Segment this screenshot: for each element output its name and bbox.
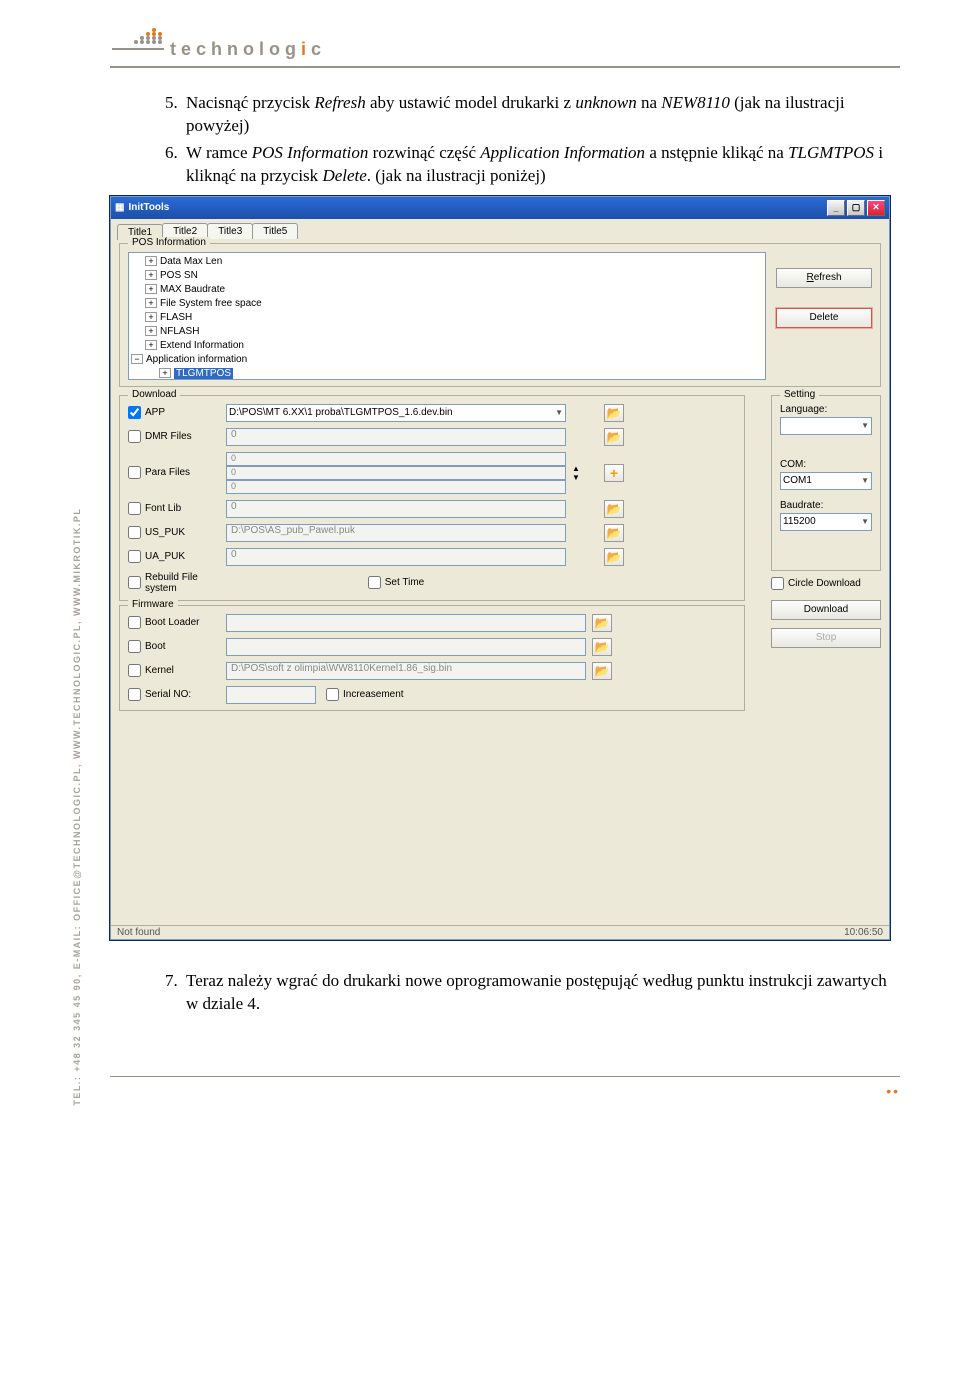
refresh-button[interactable]: Refresh	[776, 268, 872, 288]
footer-dots-icon: ••	[886, 1083, 900, 1099]
logo-text: technologic	[170, 39, 326, 60]
browse-kernel-icon[interactable]: 📂	[592, 662, 612, 680]
pos-info-tree[interactable]: +Data Max Len +POS SN +MAX Baudrate +Fil…	[128, 252, 766, 380]
tab-title3[interactable]: Title3	[207, 223, 253, 239]
font-field: 0	[226, 500, 566, 518]
chk-settime[interactable]: Set Time	[226, 576, 566, 589]
tree-selected-tlgmtpos[interactable]: TLGMTPOS	[174, 368, 233, 379]
browse-bootloader-icon[interactable]: 📂	[592, 614, 612, 632]
chk-boot[interactable]: Boot	[128, 640, 220, 653]
language-combo[interactable]: ▼	[780, 417, 872, 435]
maximize-button[interactable]: ▢	[847, 200, 865, 216]
logo-dots-icon	[110, 24, 166, 60]
chk-increasement[interactable]: Increasement	[326, 688, 404, 701]
tab-bar: Title1 Title2 Title3 Title5	[111, 219, 889, 239]
download-button[interactable]: Download	[771, 600, 881, 620]
page-footer: ••	[110, 1076, 900, 1106]
status-bar: Not found 10:06:50	[111, 925, 889, 939]
contact-side-strip: TEL.: +48 32 345 45 90, E-MAIL: OFFICE@T…	[72, 150, 90, 1106]
kernel-field: D:\POS\soft z olimpia\WW8110Kernel1.86_s…	[226, 662, 586, 680]
app-window: ▦ InitTools _ ▢ ✕ Title1 Title2 Title3 T…	[110, 196, 890, 940]
instruction-5: Nacisnąć przycisk Refresh aby ustawić mo…	[182, 92, 900, 138]
status-clock: 10:06:50	[844, 927, 883, 938]
status-left: Not found	[117, 927, 160, 938]
close-button[interactable]: ✕	[867, 200, 885, 216]
instruction-7: Teraz należy wgrać do drukarki nowe opro…	[182, 970, 900, 1016]
delete-button[interactable]: Delete	[776, 308, 872, 328]
com-combo[interactable]: COM1▼	[780, 472, 872, 490]
group-pos-legend: POS Information	[128, 237, 210, 248]
app-icon: ▦	[115, 202, 124, 213]
logo: technologic	[110, 24, 900, 60]
label-com: COM:	[780, 459, 872, 470]
minimize-button[interactable]: _	[827, 200, 845, 216]
bootloader-field	[226, 614, 586, 632]
add-para-icon[interactable]: +	[604, 464, 624, 482]
label-language: Language:	[780, 404, 872, 415]
baudrate-combo[interactable]: 115200▼	[780, 513, 872, 531]
uspuk-field: D:\POS\AS_pub_Pawel.puk	[226, 524, 566, 542]
browse-font-icon[interactable]: 📂	[604, 500, 624, 518]
label-baudrate: Baudrate:	[780, 500, 872, 511]
chk-uspuk[interactable]: US_PUK	[128, 526, 220, 539]
chk-uapuk[interactable]: UA_PUK	[128, 550, 220, 563]
chk-circle-download[interactable]: Circle Download	[771, 577, 881, 590]
group-setting-legend: Setting	[780, 389, 819, 400]
uapuk-field: 0	[226, 548, 566, 566]
window-title: InitTools	[124, 202, 825, 213]
boot-field	[226, 638, 586, 656]
instruction-6: W ramce POS Information rozwinąć część A…	[182, 142, 900, 188]
group-firmware-legend: Firmware	[128, 599, 178, 610]
stop-button[interactable]: Stop	[771, 628, 881, 648]
chk-rebuild[interactable]: Rebuild File system	[128, 572, 220, 594]
browse-uspuk-icon[interactable]: 📂	[604, 524, 624, 542]
browse-app-icon[interactable]: 📂	[604, 404, 624, 422]
chk-bootloader[interactable]: Boot Loader	[128, 616, 220, 629]
tab-title5[interactable]: Title5	[252, 223, 298, 239]
group-download-legend: Download	[128, 389, 180, 400]
header-rule	[110, 66, 900, 68]
group-firmware: Firmware Boot Loader 📂 Boot 📂 Kernel D:\…	[119, 605, 745, 711]
chk-font[interactable]: Font Lib	[128, 502, 220, 515]
titlebar: ▦ InitTools _ ▢ ✕	[111, 197, 889, 219]
app-path-combo[interactable]: D:\POS\MT 6.XX\1 proba\TLGMTPOS_1.6.dev.…	[226, 404, 566, 422]
chk-dmr[interactable]: DMR Files	[128, 430, 220, 443]
dmr-field: 0	[226, 428, 566, 446]
para-field: 0 0 0	[226, 452, 566, 494]
chk-kernel[interactable]: Kernel	[128, 664, 220, 677]
browse-dmr-icon[interactable]: 📂	[604, 428, 624, 446]
group-download: Download APP D:\POS\MT 6.XX\1 proba\TLGM…	[119, 395, 745, 601]
chk-app[interactable]: APP	[128, 406, 220, 419]
serial-field	[226, 686, 316, 704]
browse-uapuk-icon[interactable]: 📂	[604, 548, 624, 566]
group-setting: Setting Language: ▼ COM: COM1▼ Baudrate:…	[771, 395, 881, 571]
group-pos-information: POS Information +Data Max Len +POS SN +M…	[119, 243, 881, 387]
chk-serial[interactable]: Serial NO:	[128, 688, 220, 701]
browse-boot-icon[interactable]: 📂	[592, 638, 612, 656]
chk-para[interactable]: Para Files	[128, 466, 220, 479]
